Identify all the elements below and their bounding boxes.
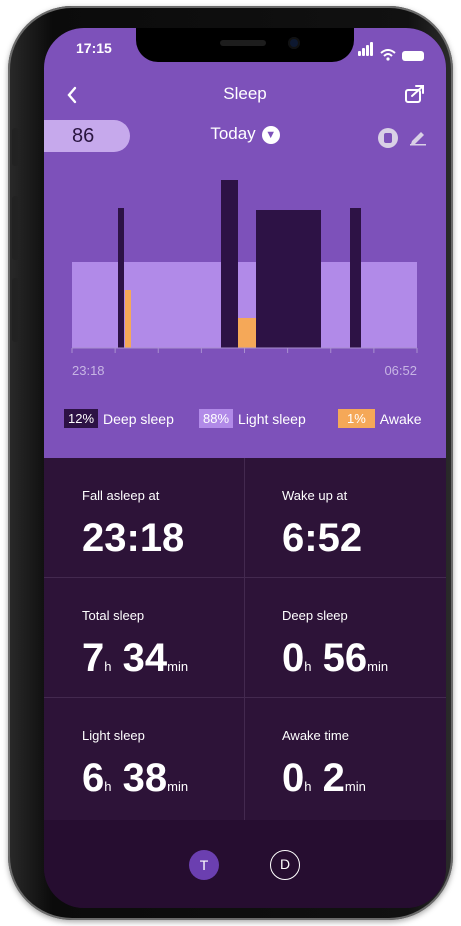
screen: 17:15 Sleep 86 Today ▼ 23:18 06:52 12% D…: [44, 28, 446, 908]
hours: 6: [82, 756, 105, 800]
stat-wake-up: Wake up at 6:52: [244, 458, 444, 578]
stat-value: 6h 38min: [82, 756, 188, 801]
awake-sleep-bar: [238, 318, 256, 348]
sleep-stage-chart: 23:18 06:52: [71, 180, 418, 378]
legend-deep: 12% Deep sleep: [64, 409, 174, 428]
minutes: 38: [122, 756, 168, 800]
chart-end-label: 06:52: [384, 363, 417, 378]
tab-d[interactable]: D: [270, 850, 300, 880]
stat-value: 23:18: [82, 516, 185, 560]
legend-deep-label: Deep sleep: [103, 410, 174, 427]
bottom-tab-bar: T D: [44, 820, 446, 908]
minutes: 56: [322, 636, 368, 680]
legend-light: 88% Light sleep: [199, 409, 306, 428]
minutes: 2: [322, 756, 345, 800]
hours-unit: h: [104, 659, 112, 674]
stat-total-sleep: Total sleep 7h 34min: [44, 578, 244, 698]
stat-value: 0h 56min: [282, 636, 388, 681]
hours-unit: h: [104, 779, 112, 794]
stat-value: 6:52: [282, 516, 363, 560]
speaker: [220, 40, 266, 46]
hours: 0: [282, 636, 305, 680]
stat-light-sleep: Light sleep 6h 38min: [44, 698, 244, 818]
minutes-unit: min: [167, 779, 189, 794]
awake-sleep-bar: [125, 290, 131, 348]
volume-up-button: [12, 196, 18, 260]
deep-sleep-bar: [350, 208, 361, 348]
volume-down-button: [12, 278, 18, 342]
stat-awake-time: Awake time 0h 2min: [244, 698, 444, 818]
chart-start-label: 23:18: [72, 363, 105, 378]
hours-unit: h: [304, 779, 312, 794]
legend-awake-label: Awake: [379, 410, 422, 427]
front-camera: [288, 37, 300, 49]
stat-deep-sleep: Deep sleep 0h 56min: [244, 578, 444, 698]
mute-switch: [12, 128, 18, 166]
stat-value: 0h 2min: [282, 756, 366, 801]
stat-label: Light sleep: [82, 728, 145, 743]
stat-label: Total sleep: [82, 608, 145, 623]
hours-unit: h: [304, 659, 312, 674]
sleep-summary-panel: 17:15 Sleep 86 Today ▼ 23:18 06:52 12% D…: [44, 28, 446, 458]
hours: 7: [82, 636, 105, 680]
legend-light-label: Light sleep: [238, 410, 306, 427]
legend-awake: 1% Awake: [338, 409, 422, 428]
stat-label: Deep sleep: [282, 608, 348, 623]
minutes-unit: min: [344, 779, 366, 794]
stat-label: Awake time: [282, 728, 349, 743]
legend-awake-pct: 1%: [338, 409, 375, 428]
tab-t[interactable]: T: [189, 850, 219, 880]
deep-sleep-bar: [118, 208, 124, 348]
legend-light-pct: 88%: [199, 409, 234, 428]
stat-label: Fall asleep at: [82, 488, 160, 503]
hours: 0: [282, 756, 305, 800]
notch: [136, 28, 354, 62]
minutes: 34: [122, 636, 168, 680]
deep-sleep-bar: [256, 210, 321, 348]
minutes-unit: min: [367, 659, 389, 674]
legend-deep-pct: 12%: [64, 409, 99, 428]
phone-frame: 17:15 Sleep 86 Today ▼ 23:18 06:52 12% D…: [8, 6, 453, 920]
sleep-stats-grid: Fall asleep at 23:18 Wake up at 6:52 Tot…: [44, 458, 446, 820]
stat-value: 7h 34min: [82, 636, 188, 681]
minutes-unit: min: [167, 659, 189, 674]
stat-label: Wake up at: [282, 488, 348, 503]
stat-fall-asleep: Fall asleep at 23:18: [44, 458, 244, 578]
deep-sleep-bar: [221, 180, 238, 348]
